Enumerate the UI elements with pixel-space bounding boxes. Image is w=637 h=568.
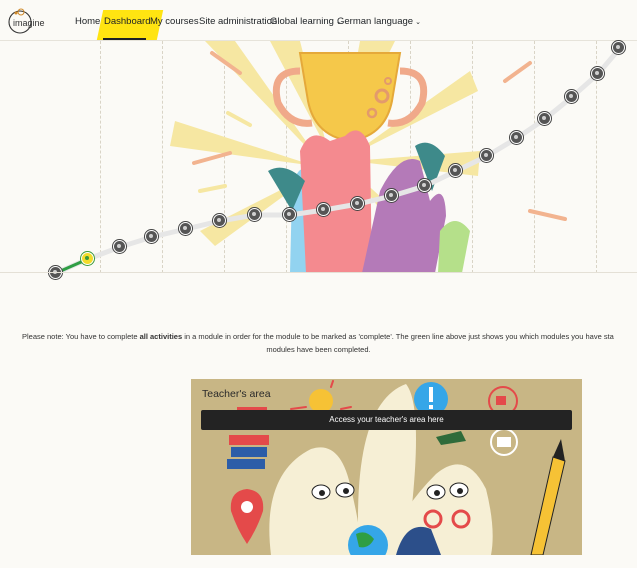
nav-my-courses[interactable]: My courses xyxy=(150,16,199,27)
module-node[interactable] xyxy=(248,208,261,221)
module-node[interactable] xyxy=(283,208,296,221)
module-node[interactable] xyxy=(145,230,158,243)
nav-home[interactable]: Home xyxy=(75,16,100,27)
trophy-illustration xyxy=(53,41,623,273)
logo-text: imagine xyxy=(13,18,45,28)
top-navbar: imagine Home Dashboard My courses Site a… xyxy=(0,0,637,41)
nav-global-learning[interactable]: Global learning ⌄ xyxy=(270,16,342,27)
module-node[interactable] xyxy=(538,112,551,125)
module-node[interactable] xyxy=(113,240,126,253)
imagine-logo[interactable]: imagine xyxy=(7,7,57,37)
nav-dashboard[interactable]: Dashboard xyxy=(104,16,150,27)
teachers-illustration xyxy=(227,380,566,555)
course-progress-hero xyxy=(0,41,637,279)
completion-note-line-1: Please note: You have to complete all ac… xyxy=(22,330,614,343)
module-node[interactable] xyxy=(480,149,493,162)
module-node[interactable] xyxy=(565,90,578,103)
module-node[interactable] xyxy=(510,131,523,144)
teachers-area-card[interactable]: Teacher's area Access your teacher's are… xyxy=(191,379,582,555)
module-node[interactable] xyxy=(317,203,330,216)
teachers-area-title: Teacher's area xyxy=(202,388,271,400)
teachers-area-link-label: Access your teacher's area here xyxy=(329,415,444,424)
module-node[interactable] xyxy=(591,67,604,80)
completion-note-line-2: modules have been completed. xyxy=(266,345,371,354)
chevron-down-icon: ⌄ xyxy=(415,19,421,26)
nav-site-administration[interactable]: Site administration xyxy=(199,16,277,27)
module-node-completed[interactable] xyxy=(81,252,94,265)
module-node[interactable] xyxy=(351,197,364,210)
hero-baseline xyxy=(0,272,637,273)
nav-german-language[interactable]: German language ⌄ xyxy=(337,16,421,27)
module-node[interactable] xyxy=(418,179,431,192)
note-prefix: Please note: You have to complete xyxy=(22,332,140,341)
module-node[interactable] xyxy=(385,189,398,202)
nav-german-language-label: German language xyxy=(337,16,414,27)
teachers-area-link[interactable]: Access your teacher's area here xyxy=(201,410,572,430)
nav-global-learning-label: Global learning xyxy=(270,16,334,27)
module-node[interactable] xyxy=(612,41,625,54)
module-node[interactable] xyxy=(213,214,226,227)
note-suffix: in a module in order for the module to b… xyxy=(182,332,614,341)
note-bold: all activities xyxy=(139,332,183,341)
module-node[interactable] xyxy=(179,222,192,235)
active-tab-underline xyxy=(103,38,146,40)
module-node[interactable] xyxy=(449,164,462,177)
